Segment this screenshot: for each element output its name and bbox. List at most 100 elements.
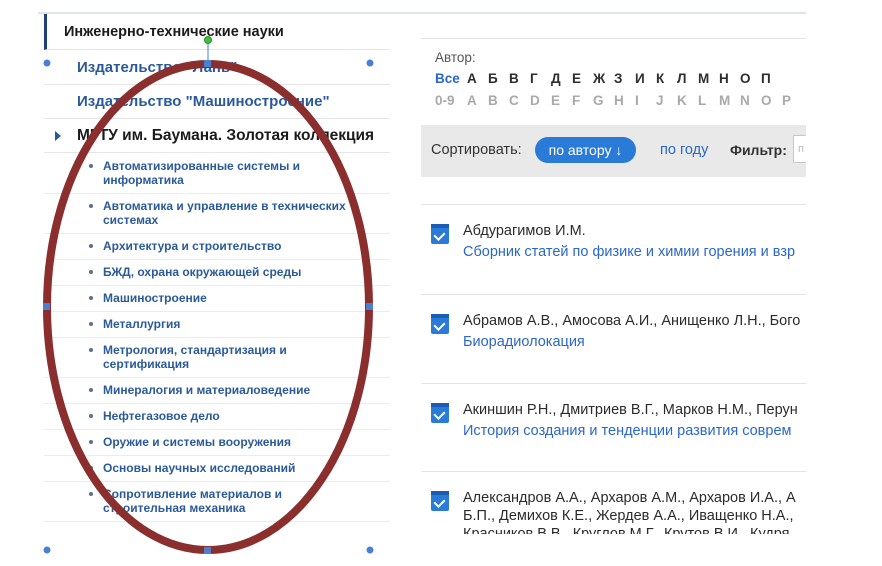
letter-filter-item[interactable]: И	[635, 71, 656, 86]
category-sidebar: Инженерно-технические науки Издательство…	[44, 14, 390, 524]
subcategory-item[interactable]: Архитектура и строительство	[44, 233, 390, 260]
book-checkbox-icon[interactable]	[431, 491, 449, 511]
book-authors: Абрамов А.В., Амосова А.И., Анищенко Л.Н…	[463, 313, 801, 329]
letter-filter-item[interactable]: D	[530, 93, 551, 108]
subcategory-label: Минералогия и материаловедение	[103, 383, 311, 397]
letter-filter-all[interactable]: Все	[435, 71, 467, 86]
letter-filter-item[interactable]: Н	[719, 71, 740, 86]
subcategory-label: Автоматизированные системы и	[103, 159, 301, 173]
sidebar-publisher-lan[interactable]: Издательство "Лань"	[44, 51, 390, 85]
sidebar-category-header[interactable]: Инженерно-технические науки	[44, 14, 390, 50]
bullet-icon	[89, 388, 93, 392]
subcategory-item[interactable]: Метрология, стандартизация и сертификация	[44, 337, 390, 378]
resize-handle-bottom-left[interactable]	[43, 546, 51, 554]
letter-filter-item[interactable]: Б	[488, 71, 509, 86]
sidebar-publisher-label: Издательство "Машиностроение"	[77, 93, 330, 110]
subcategory-item[interactable]: БЖД, охрана окружающей среды	[44, 259, 390, 286]
book-entry: Александров А.А., Архаров А.М., Архаров …	[421, 471, 806, 534]
cyrillic-letter-filter: Все А Б В Г Д Е Ж З И К Л М Н О П	[435, 71, 782, 86]
book-authors: Акиншин Р.Н., Дмитриев В.Г., Марков Н.М.…	[463, 402, 798, 418]
subcategory-label: Метрология, стандартизация и	[103, 343, 287, 357]
letter-filter-item[interactable]: J	[656, 93, 677, 108]
subcategory-item[interactable]: Основы научных исследований	[44, 455, 390, 482]
letter-filter-item[interactable]: M	[719, 93, 740, 108]
subcategory-item[interactable]: Автоматика и управление в технических сис…	[44, 193, 390, 234]
bullet-icon	[89, 414, 93, 418]
subcategory-item[interactable]: Металлургия	[44, 311, 390, 338]
letter-filter-item[interactable]: З	[614, 71, 635, 86]
letter-filter-item[interactable]: О	[740, 71, 761, 86]
subcategory-label: Сопротивление материалов и	[103, 487, 283, 501]
sidebar-publisher-label: МГТУ им. Баумана. Золотая коллекция	[77, 127, 375, 144]
filter-label: Фильтр:	[730, 142, 787, 158]
letter-filter-item[interactable]: A	[467, 93, 488, 108]
letter-filter-item[interactable]: М	[698, 71, 719, 86]
subcategory-label-line2: информатика	[103, 173, 184, 187]
entry-divider	[421, 383, 806, 384]
subcategory-item[interactable]: Оружие и системы вооружения	[44, 429, 390, 456]
letter-filter-item[interactable]: Г	[530, 71, 551, 86]
letter-filter-item[interactable]: А	[467, 71, 488, 86]
book-title-link[interactable]: Сборник статей по физике и химии горения…	[463, 244, 795, 260]
subcategory-item[interactable]: Автоматизированные системы и информатика	[44, 153, 390, 194]
letter-filter-item[interactable]: K	[677, 93, 698, 108]
letter-filter-item[interactable]: F	[572, 93, 593, 108]
subcategory-label-line2: строительная механика	[103, 501, 246, 515]
bullet-icon	[89, 164, 93, 168]
bullet-icon	[89, 466, 93, 470]
filter-input[interactable]: п	[793, 135, 806, 163]
sidebar-publisher-mashinostroenie[interactable]: Издательство "Машиностроение"	[44, 85, 390, 119]
letter-filter-item[interactable]: 0-9	[435, 93, 467, 108]
letter-filter-item[interactable]: E	[551, 93, 572, 108]
entry-divider	[421, 471, 806, 472]
letter-filter-item[interactable]: P	[782, 93, 803, 108]
sidebar-publisher-label: Издательство "Лань"	[77, 59, 238, 76]
letter-filter-item[interactable]: Л	[677, 71, 698, 86]
latin-letter-filter: 0-9 A B C D E F G H I J K L M N O P	[435, 93, 803, 108]
subcategory-item[interactable]: Машиностроение	[44, 285, 390, 312]
subcategory-item[interactable]: Минералогия и материаловедение	[44, 377, 390, 404]
book-title-link[interactable]: История создания и тенденции развития со…	[463, 423, 791, 439]
letter-filter-item[interactable]: Д	[551, 71, 572, 86]
bullet-icon	[89, 204, 93, 208]
book-authors: Красников В.В., Круглов М.Г., Крутов В.И…	[463, 526, 790, 534]
expand-arrow-icon[interactable]	[55, 131, 61, 141]
sidebar-publisher-bmstu[interactable]: МГТУ им. Баумана. Золотая коллекция	[44, 119, 390, 153]
sort-bar: Сортировать: по автору ↓ по году Фильтр:…	[421, 125, 806, 177]
book-authors: Абдурагимов И.М.	[463, 223, 586, 239]
book-checkbox-icon[interactable]	[431, 224, 449, 244]
catalog-panel: Автор: Все А Б В Г Д Е Ж З И К Л М Н О П 0-9 A B C D E F G H I J K…	[421, 14, 806, 534]
letter-filter-item[interactable]: B	[488, 93, 509, 108]
letter-filter-item[interactable]: I	[635, 93, 656, 108]
sort-by-author-button[interactable]: по автору ↓	[535, 137, 636, 163]
letter-filter-item[interactable]: Ж	[593, 71, 614, 86]
letter-filter-item[interactable]: П	[761, 71, 782, 86]
book-entry: Абдурагимов И.М. Сборник статей по физике…	[421, 204, 806, 292]
letter-filter-item[interactable]: G	[593, 93, 614, 108]
letter-filter-item[interactable]: O	[761, 93, 782, 108]
letter-filter-item[interactable]: L	[698, 93, 719, 108]
letter-filter-item[interactable]: В	[509, 71, 530, 86]
book-checkbox-icon[interactable]	[431, 314, 449, 334]
letter-filter-item[interactable]: N	[740, 93, 761, 108]
subcategory-item[interactable]: Нефтегазовое дело	[44, 403, 390, 430]
book-authors: Б.П., Демихов К.Е., Жердев А.А., Иващенк…	[463, 508, 794, 524]
subcategory-label: Основы научных исследований	[103, 461, 296, 475]
bullet-icon	[89, 492, 93, 496]
bullet-icon	[89, 440, 93, 444]
subcategory-label: Нефтегазовое дело	[103, 409, 220, 423]
book-checkbox-icon[interactable]	[431, 403, 449, 423]
letter-filter-item[interactable]: C	[509, 93, 530, 108]
subcategory-item[interactable]: Сопротивление материалов и строительная м…	[44, 481, 390, 522]
letter-filter-item[interactable]: Е	[572, 71, 593, 86]
entry-divider	[421, 204, 806, 205]
bullet-icon	[89, 270, 93, 274]
book-authors: Александров А.А., Архаров А.М., Архаров …	[463, 490, 796, 506]
resize-handle-bottom[interactable]	[204, 547, 211, 554]
book-title-link[interactable]: Биорадиолокация	[463, 334, 585, 350]
letter-filter-item[interactable]: H	[614, 93, 635, 108]
sort-by-year-link[interactable]: по году	[660, 142, 708, 158]
resize-handle-bottom-right[interactable]	[366, 546, 374, 554]
letter-filter-item[interactable]: К	[656, 71, 677, 86]
subcategory-label: БЖД, охрана окружающей среды	[103, 265, 302, 279]
